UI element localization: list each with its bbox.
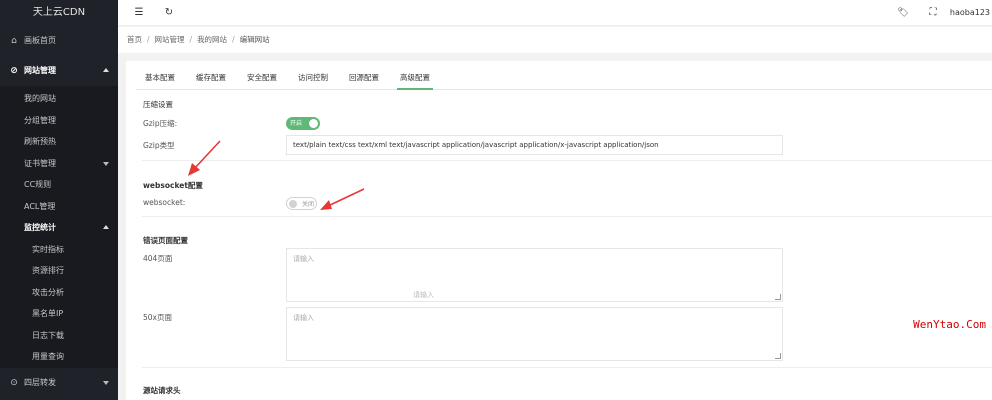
sidebar-item-label: 网站管理 — [24, 66, 56, 75]
sidebar-item-label: 实时指标 — [32, 244, 64, 254]
tab-security[interactable]: 安全配置 — [246, 67, 278, 90]
page-50x-label: 50x页面 — [143, 313, 172, 322]
breadcrumb-separator: / — [147, 35, 150, 44]
chevron-down-icon — [103, 380, 109, 385]
fullscreen-icon[interactable]: ⛶ — [926, 0, 940, 26]
watermark: WenYtao.Com — [913, 318, 986, 331]
sidebar-item-dashboard[interactable]: ⌂ 画板首页 — [0, 26, 118, 56]
tab-access[interactable]: 访问控制 — [297, 67, 329, 90]
websocket-toggle-text: 关闭 — [302, 201, 315, 208]
gzip-label: Gzip压缩: — [143, 119, 178, 128]
tab-bar: 基本配置 缓存配置 安全配置 访问控制 回源配置 高级配置 — [136, 67, 992, 90]
ghost-text: 请输入 — [413, 291, 434, 299]
divider — [142, 216, 992, 217]
breadcrumb: 首页 / 网站管理 / 我的网站 / 编辑网站 — [118, 27, 992, 53]
sidebar-item-label: 画板首页 — [24, 36, 56, 45]
sidebar-submenu-site: 我的网站 分组管理 刷新预热 证书管理 CC规则 ACL管理 监控统计 实时指标… — [0, 86, 118, 368]
chevron-down-icon — [103, 161, 109, 166]
section-title-error-pages: 错误页面配置 — [143, 236, 188, 245]
tab-advanced[interactable]: 高级配置 — [397, 67, 433, 90]
sidebar-item-logs[interactable]: 日志下载 — [0, 325, 118, 347]
tab-origin[interactable]: 回源配置 — [348, 67, 380, 90]
tag-icon[interactable]: 🏷 — [896, 0, 910, 26]
user-menu[interactable]: haoba123 — [950, 0, 990, 26]
sidebar-item-monitor[interactable]: 监控统计 — [0, 217, 118, 239]
tab-basic[interactable]: 基本配置 — [144, 67, 176, 90]
forward-icon: ⊙ — [10, 377, 18, 388]
sidebar-item-label: 证书管理 — [24, 158, 56, 168]
page-404-placeholder: 请输入 — [293, 255, 314, 263]
sidebar-item-groups[interactable]: 分组管理 — [0, 110, 118, 132]
sidebar-item-refresh[interactable]: 刷新预热 — [0, 131, 118, 153]
sidebar-item-label: 刷新预热 — [24, 137, 56, 146]
menu-icon[interactable]: ☰ — [132, 0, 146, 26]
home-icon: ⌂ — [11, 36, 17, 46]
breadcrumb-my-sites[interactable]: 我的网站 — [197, 35, 227, 44]
sidebar-item-cc-rules[interactable]: CC规则 — [0, 174, 118, 196]
breadcrumb-site-mgmt[interactable]: 网站管理 — [155, 35, 185, 44]
main-panel: 基本配置 缓存配置 安全配置 访问控制 回源配置 高级配置 压缩设置 Gzip压… — [126, 61, 992, 400]
sidebar-item-label: 分组管理 — [24, 115, 56, 125]
sidebar-item-label: ACL管理 — [24, 201, 56, 211]
refresh-icon[interactable]: ↻ — [162, 0, 176, 26]
sidebar-item-realtime[interactable]: 实时指标 — [0, 239, 118, 261]
sidebar-item-label: 四层转发 — [24, 377, 56, 387]
topbar: ☰ ↻ 🏷 ⛶ haoba123 — [118, 0, 992, 26]
annotation-arrow-1 — [188, 140, 221, 176]
sidebar-item-label: 监控统计 — [24, 223, 56, 232]
app-logo[interactable]: 天上云CDN — [0, 0, 118, 26]
sidebar-item-forward[interactable]: ⊙ 四层转发 — [0, 368, 118, 398]
globe-icon: ⊘ — [10, 66, 18, 76]
resize-handle[interactable] — [775, 294, 781, 300]
divider — [142, 160, 992, 161]
gzip-type-input[interactable]: text/plain text/css text/xml text/javasc… — [286, 135, 783, 155]
gzip-toggle-text: 开启 — [290, 120, 303, 127]
section-title-origin-headers: 源站请求头 — [143, 386, 181, 395]
chevron-up-icon — [103, 225, 109, 229]
sidebar-item-attack[interactable]: 攻击分析 — [0, 282, 118, 304]
sidebar-item-usage[interactable]: 用量查询 — [0, 346, 118, 368]
websocket-toggle[interactable]: 关闭 — [286, 197, 317, 210]
breadcrumb-separator: / — [232, 35, 235, 44]
toggle-knob — [309, 119, 318, 128]
sidebar-submenu-monitor: 实时指标 资源排行 攻击分析 黑名单IP 日志下载 用量查询 — [0, 239, 118, 368]
breadcrumb-separator: / — [189, 35, 193, 44]
page-404-textarea[interactable]: 请输入 — [286, 248, 783, 302]
tab-cache[interactable]: 缓存配置 — [195, 67, 227, 90]
sidebar-item-label: 我的网站 — [24, 94, 56, 103]
sidebar-item-certs[interactable]: 证书管理 — [0, 153, 118, 175]
websocket-label: websocket: — [143, 198, 186, 207]
section-title-websocket: websocket配置 — [143, 181, 203, 190]
resize-handle[interactable] — [775, 353, 781, 359]
sidebar-item-label: 攻击分析 — [32, 287, 64, 297]
sidebar-item-label: 用量查询 — [32, 352, 64, 361]
page-50x-placeholder: 请输入 — [293, 314, 314, 322]
breadcrumb-current: 编辑网站 — [239, 35, 270, 44]
sidebar-item-label: 黑名单IP — [32, 309, 64, 318]
annotation-arrow-2 — [320, 188, 365, 210]
page-50x-textarea[interactable]: 请输入 — [286, 307, 783, 361]
sidebar-item-label: 日志下载 — [32, 330, 64, 340]
sidebar: 天上云CDN ⌂ 画板首页 ⊘ 网站管理 我的网站 分组管理 刷新预热 证书管理… — [0, 0, 118, 400]
sidebar-item-label: CC规则 — [24, 180, 52, 189]
divider — [142, 367, 992, 368]
toggle-knob — [289, 199, 297, 208]
section-title-compress: 压缩设置 — [143, 100, 173, 109]
sidebar-item-blacklist[interactable]: 黑名单IP — [0, 303, 118, 325]
breadcrumb-home[interactable]: 首页 — [127, 35, 142, 44]
sidebar-item-my-sites[interactable]: 我的网站 — [0, 88, 118, 110]
sidebar-item-acl[interactable]: ACL管理 — [0, 196, 118, 218]
page-404-label: 404页面 — [143, 254, 173, 263]
sidebar-item-ranking[interactable]: 资源排行 — [0, 260, 118, 282]
gzip-toggle[interactable]: 开启 — [286, 117, 320, 130]
chevron-up-icon — [103, 68, 109, 72]
sidebar-item-site-mgmt[interactable]: ⊘ 网站管理 — [0, 56, 118, 86]
gzip-type-label: Gzip类型 — [143, 141, 175, 150]
sidebar-item-label: 资源排行 — [32, 266, 64, 275]
